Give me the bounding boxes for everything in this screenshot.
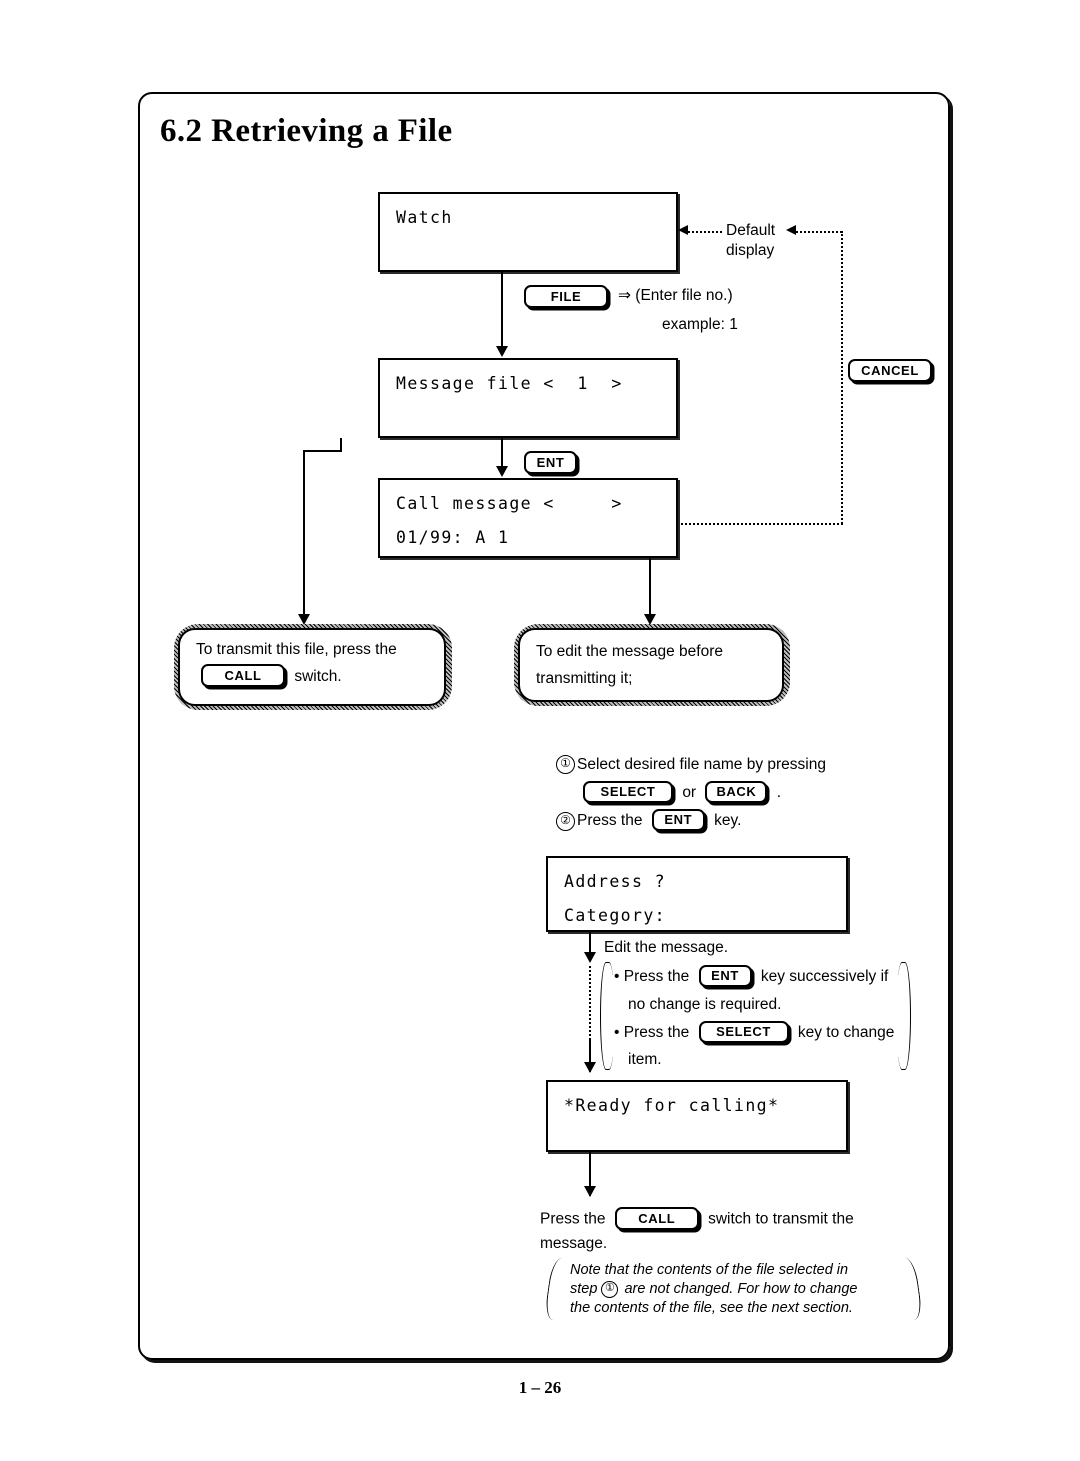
- step-1-text: Select desired file name by pressing: [577, 756, 826, 773]
- call-key-1[interactable]: CALL: [201, 664, 285, 688]
- back-key[interactable]: BACK: [705, 781, 768, 803]
- ent-key-1[interactable]: ENT: [524, 451, 577, 474]
- edit-heading: Edit the message.: [604, 939, 729, 956]
- lcd-address-line1: Address ?: [564, 872, 667, 891]
- transmit-suffix: switch to transmit the: [708, 1210, 854, 1228]
- left-callout-line2-suffix: switch.: [294, 668, 342, 685]
- arrow-to-transmit: [584, 1186, 596, 1197]
- lcd-display-watch: Watch: [378, 192, 678, 272]
- transmit-prefix: Press the: [540, 1210, 606, 1228]
- transmit-line2: message.: [540, 1235, 608, 1252]
- step-1-period: .: [776, 784, 782, 802]
- step-2-number: ②: [556, 811, 575, 831]
- final-note-line3: the contents of the file, see the next s…: [570, 1300, 853, 1316]
- enter-file-no-label: ⇒ (Enter file no.): [618, 286, 733, 306]
- page-title: 6.2 Retrieving a File: [160, 113, 453, 149]
- line-branch-to-left-callout: [303, 450, 305, 616]
- default-display-line2: display: [726, 242, 775, 259]
- ent-key-2-label: ENT: [664, 812, 693, 827]
- page-border-frame: [138, 92, 950, 1360]
- final-note-line2: step ① are not changed. For how to chang…: [570, 1280, 900, 1299]
- file-key-label: FILE: [550, 289, 582, 304]
- lcd-ready-line1: *Ready for calling*: [564, 1096, 780, 1115]
- right-callout-line2: transmitting it;: [536, 670, 633, 687]
- edit-bullet-1-suffix: key successively if: [760, 968, 889, 986]
- file-key[interactable]: FILE: [524, 285, 608, 308]
- enter-file-no-text: ⇒ (Enter file no.): [618, 287, 733, 304]
- select-key-2-label: SELECT: [716, 1024, 771, 1039]
- cancel-return-vertical: [841, 231, 843, 524]
- right-callout-line1: To edit the message before: [536, 643, 723, 660]
- step-1-keys-row: SELECT or BACK .: [578, 781, 782, 804]
- cancel-key[interactable]: CANCEL: [848, 359, 932, 382]
- call-key-1-label: CALL: [224, 667, 262, 683]
- select-key-1-label: SELECT: [600, 784, 656, 799]
- lcd-callmsg-line1: Call message < >: [396, 494, 623, 513]
- default-display-label: Default display: [726, 221, 775, 261]
- default-display-line-right: [796, 231, 842, 233]
- cancel-key-label: CANCEL: [861, 363, 919, 378]
- default-display-line1: Default: [726, 222, 776, 239]
- page-number: 1 – 26: [518, 1378, 562, 1397]
- step-2-suffix: key.: [714, 812, 742, 830]
- edit-bullet-2-line2: item.: [628, 1051, 662, 1068]
- line-msgfile-branch-left: [303, 450, 342, 452]
- step-1-or: or: [682, 784, 697, 802]
- select-key-1[interactable]: SELECT: [583, 781, 673, 803]
- step-2-row: ② Press the ENT key.: [556, 809, 742, 832]
- edit-bullet-2-prefix: • Press the: [614, 1024, 690, 1042]
- final-note: Note that the contents of the file selec…: [570, 1261, 900, 1318]
- final-note-line1: Note that the contents of the file selec…: [570, 1262, 849, 1278]
- arrow-to-msgfile: [496, 346, 508, 357]
- ent-key-1-label: ENT: [536, 455, 565, 470]
- left-callout-line1: To transmit this file, press the: [196, 641, 397, 658]
- default-display-line-left: [684, 231, 722, 233]
- step-1-number: ①: [556, 755, 575, 775]
- lcd-watch-line1: Watch: [396, 208, 453, 227]
- example-text: example: 1: [662, 316, 738, 333]
- lcd-callmsg-line2: 01/99: A 1: [396, 528, 510, 547]
- ent-key-3-label: ENT: [711, 968, 739, 983]
- arrow-address-down-1: [584, 952, 596, 963]
- lcd-msgfile-line1: Message file < 1 >: [396, 374, 623, 393]
- transmit-line1: Press the CALL switch to transmit the: [540, 1207, 854, 1231]
- edit-bullet-2-line1: • Press the SELECT key to change: [614, 1021, 895, 1044]
- edit-bullet-1-prefix: • Press the: [614, 968, 690, 986]
- edit-bullet-1-line2: no change is required.: [628, 996, 782, 1013]
- example-label: example: 1: [662, 315, 738, 335]
- line-watch-to-msgfile: [501, 272, 503, 346]
- lcd-display-call-message: Call message < > 01/99: A 1: [378, 478, 678, 558]
- default-display-arrow-left: [678, 225, 688, 235]
- lcd-address-line2: Category:: [564, 906, 667, 925]
- default-display-arrow-right: [786, 225, 796, 235]
- final-note-step-number: ①: [601, 1280, 619, 1298]
- step-1-row: ① Select desired file name by pressing: [556, 755, 896, 775]
- select-key-2[interactable]: SELECT: [698, 1021, 789, 1043]
- back-key-label: BACK: [716, 784, 757, 799]
- edit-bullet-2-suffix: key to change: [797, 1024, 895, 1042]
- lcd-display-ready: *Ready for calling*: [546, 1080, 848, 1152]
- ent-key-2[interactable]: ENT: [651, 809, 705, 831]
- call-key-2[interactable]: CALL: [614, 1207, 699, 1230]
- lcd-display-message-file: Message file < 1 >: [378, 358, 678, 438]
- edit-bullet-1-line1: • Press the ENT key successively if: [614, 965, 889, 988]
- step-2-prefix: Press the: [577, 812, 643, 830]
- final-note-line2-a: step: [570, 1281, 598, 1297]
- final-note-line2-b: are not changed. For how to change: [624, 1281, 858, 1297]
- left-callout: To transmit this file, press the CALL sw…: [173, 623, 451, 711]
- right-callout: To edit the message before transmitting …: [513, 623, 789, 707]
- cancel-return-horizontal: [678, 523, 843, 525]
- arrow-to-callmsg: [496, 466, 508, 477]
- arrow-address-down-2: [584, 1062, 596, 1073]
- line-callmsg-to-right-callout: [649, 558, 651, 616]
- lcd-display-address: Address ? Category:: [546, 856, 848, 932]
- call-key-2-label: CALL: [638, 1210, 676, 1226]
- ent-key-3[interactable]: ENT: [698, 965, 752, 987]
